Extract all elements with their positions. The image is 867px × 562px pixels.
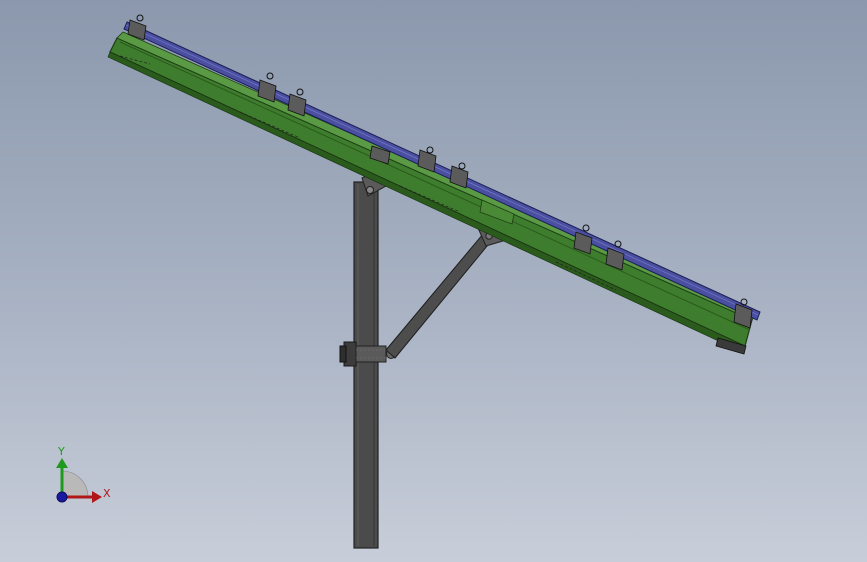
triad-quadrant [61,470,89,498]
vertical-post[interactable] [353,181,379,549]
solar-panel-edge[interactable] [123,21,761,321]
y-axis-label: Y [57,445,65,458]
x-axis-arrow [92,491,102,503]
lower-post-bracket[interactable] [339,341,396,367]
cad-viewport[interactable]: Y X [0,0,867,562]
z-axis-dot [56,491,68,503]
x-axis-label: X [103,487,111,500]
coordinate-triad: Y X [56,445,111,503]
y-axis-arrow [56,458,68,468]
diagonal-brace[interactable] [385,223,507,359]
